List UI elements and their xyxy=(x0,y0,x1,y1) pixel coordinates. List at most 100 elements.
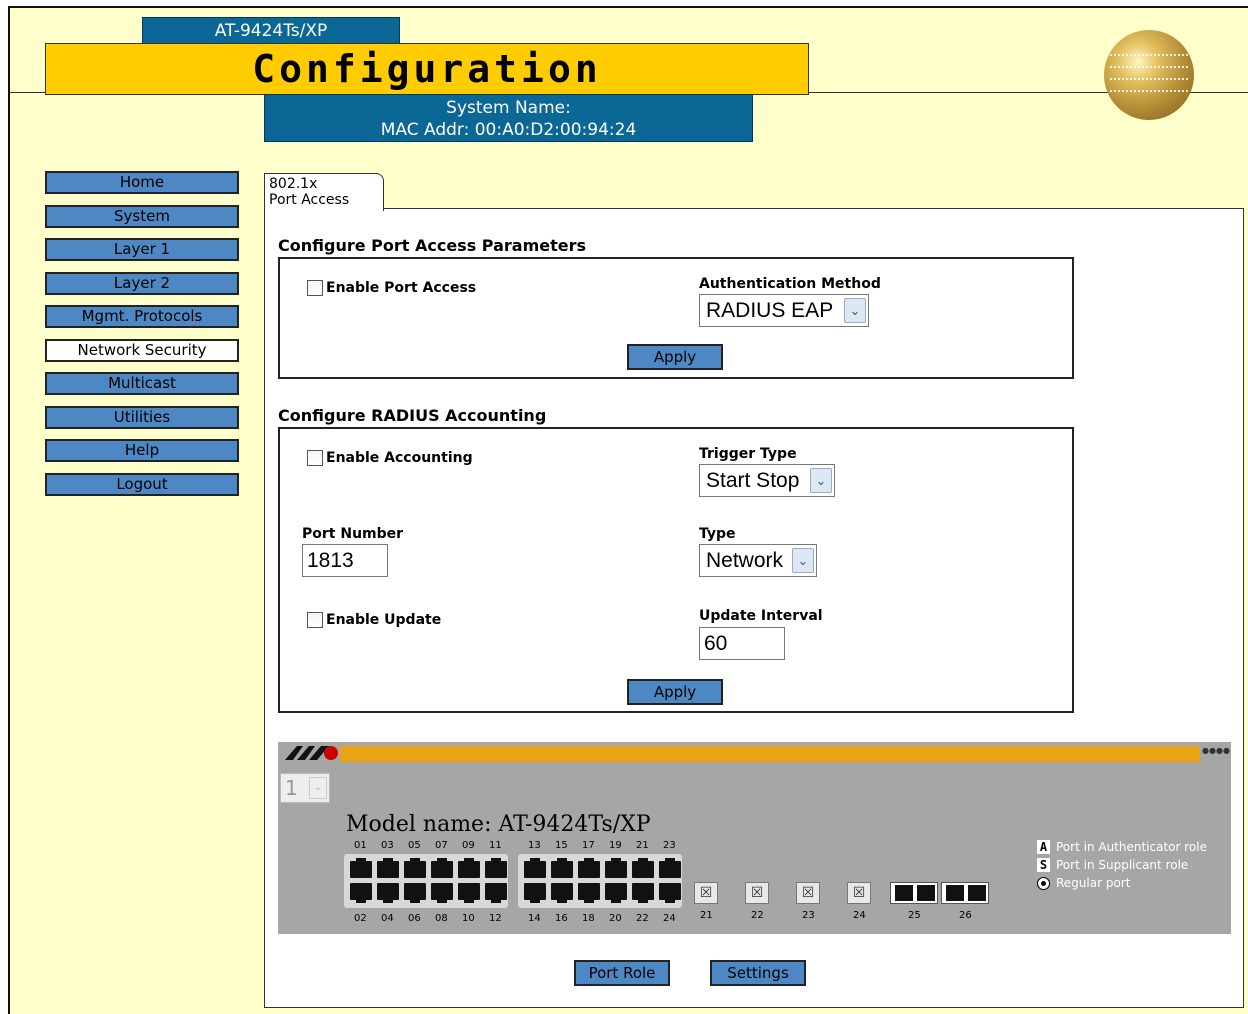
nav-logout-button[interactable]: Logout xyxy=(45,473,239,496)
trigger-type-select[interactable]: Start Stop ⌄ xyxy=(699,464,835,497)
port-number-label: 20 xyxy=(609,913,622,924)
port-number-label: 24 xyxy=(663,913,676,924)
copper-port xyxy=(404,858,426,878)
copper-port xyxy=(632,883,654,903)
copper-port xyxy=(632,858,654,878)
port-number-input[interactable]: 1813 xyxy=(302,544,388,577)
copper-port xyxy=(578,858,600,878)
legend-authenticator: A Port in Authenticator role xyxy=(1037,840,1207,854)
copper-port xyxy=(551,883,573,903)
port-number-label: 02 xyxy=(354,913,367,924)
copper-port xyxy=(458,883,480,903)
copper-port xyxy=(551,858,573,878)
copper-port xyxy=(404,883,426,903)
nav-network-security-button[interactable]: Network Security xyxy=(45,339,239,362)
legend-regular: Regular port xyxy=(1037,876,1130,890)
legend-authenticator-text: Port in Authenticator role xyxy=(1056,840,1207,854)
system-name-text: System Name: xyxy=(446,98,571,118)
legend-supplicant: S Port in Supplicant role xyxy=(1037,858,1188,872)
port-number-label: 17 xyxy=(582,840,595,851)
header-divider xyxy=(10,92,46,93)
settings-button[interactable]: Settings xyxy=(710,960,806,986)
nav-layer1-button[interactable]: Layer 1 xyxy=(45,238,239,261)
tab-8021x-port-access[interactable]: 802.1x Port Access xyxy=(264,173,384,211)
copper-port xyxy=(377,883,399,903)
legend-supplicant-text: Port in Supplicant role xyxy=(1056,858,1189,872)
unit-select-value: 1 xyxy=(285,776,298,800)
radius-apply-button[interactable]: Apply xyxy=(627,679,723,705)
enable-port-access-checkbox[interactable] xyxy=(307,280,323,296)
port-number-label: 26 xyxy=(959,910,972,921)
enable-update-label: Enable Update xyxy=(326,612,442,628)
radius-section-title: Configure RADIUS Accounting xyxy=(278,406,547,425)
port-number-label: 21 xyxy=(700,910,713,921)
mac-address-text: MAC Addr: 00:A0:D2:00:94:24 xyxy=(380,120,637,140)
port-number-label: 15 xyxy=(555,840,568,851)
page-frame: AT-9424Ts/XP Configuration System Name: … xyxy=(8,6,1248,1014)
copper-port xyxy=(377,858,399,878)
type-label: Type xyxy=(699,526,736,542)
tab-label-line1: 802.1x xyxy=(269,176,318,192)
sfp-port: ☒ xyxy=(847,882,871,904)
nav-layer2-button[interactable]: Layer 2 xyxy=(45,272,239,295)
copper-port xyxy=(605,858,627,878)
enable-update-row[interactable]: Enable Update xyxy=(307,612,441,628)
port-number-label: 01 xyxy=(354,840,367,851)
port-access-apply-button[interactable]: Apply xyxy=(627,344,723,370)
globe-logo-icon xyxy=(1104,30,1194,120)
nav-multicast-button[interactable]: Multicast xyxy=(45,372,239,395)
port-number-label: 05 xyxy=(408,840,421,851)
type-select[interactable]: Network ⌄ xyxy=(699,544,817,577)
port-number-label: 22 xyxy=(636,913,649,924)
port-number-label: 11 xyxy=(489,840,502,851)
copper-port xyxy=(350,883,372,903)
sfp-port: ☒ xyxy=(745,882,769,904)
copper-port xyxy=(578,883,600,903)
port-number-label: 10 xyxy=(462,913,475,924)
radio-dot-icon xyxy=(1037,877,1050,890)
nav-system-button[interactable]: System xyxy=(45,205,239,228)
trigger-type-value: Start Stop xyxy=(706,469,800,492)
chevron-down-icon: ⌄ xyxy=(844,298,866,323)
port-number-label: 24 xyxy=(853,910,866,921)
copper-port xyxy=(605,883,627,903)
copper-port xyxy=(524,883,546,903)
nav-mgmt-protocols-button[interactable]: Mgmt. Protocols xyxy=(45,305,239,328)
port-number-label: 07 xyxy=(435,840,448,851)
nav-utilities-button[interactable]: Utilities xyxy=(45,406,239,429)
model-tab: AT-9424Ts/XP xyxy=(142,17,400,45)
port-number-label: 04 xyxy=(381,913,394,924)
port-number-label: Port Number xyxy=(302,526,404,542)
enable-accounting-label: Enable Accounting xyxy=(326,450,473,466)
chevron-down-icon: ⌄ xyxy=(810,468,832,493)
unit-select[interactable]: 1 ⌄ xyxy=(280,773,330,803)
port-number-label: 12 xyxy=(489,913,502,924)
tab-label-line2: Port Access xyxy=(269,192,350,208)
port-number-label: 21 xyxy=(636,840,649,851)
switch-top-bar xyxy=(340,746,1200,762)
switch-status-leds: ●●●● xyxy=(1202,746,1230,755)
port-number-label: 23 xyxy=(663,840,676,851)
copper-port xyxy=(458,858,480,878)
update-interval-input[interactable]: 60 xyxy=(699,627,785,660)
auth-method-select[interactable]: RADIUS EAP ⌄ xyxy=(699,294,869,327)
port-number-label: 19 xyxy=(609,840,622,851)
enable-port-access-row[interactable]: Enable Port Access xyxy=(307,280,476,296)
fiber-port xyxy=(941,882,989,904)
port-number-label: 22 xyxy=(751,910,764,921)
enable-accounting-checkbox[interactable] xyxy=(307,450,323,466)
nav-home-button[interactable]: Home xyxy=(45,171,239,194)
port-role-button[interactable]: Port Role xyxy=(574,960,670,986)
port-number-label: 25 xyxy=(908,910,921,921)
enable-accounting-row[interactable]: Enable Accounting xyxy=(307,450,473,466)
nav-help-button[interactable]: Help xyxy=(45,439,239,462)
type-value: Network xyxy=(706,549,784,572)
copper-port xyxy=(659,858,681,878)
copper-port xyxy=(659,883,681,903)
enable-update-checkbox[interactable] xyxy=(307,612,323,628)
port-number-label: 18 xyxy=(582,913,595,924)
port-number-label: 06 xyxy=(408,913,421,924)
port-number-label: 14 xyxy=(528,913,541,924)
copper-port xyxy=(431,858,453,878)
copper-port xyxy=(350,858,372,878)
